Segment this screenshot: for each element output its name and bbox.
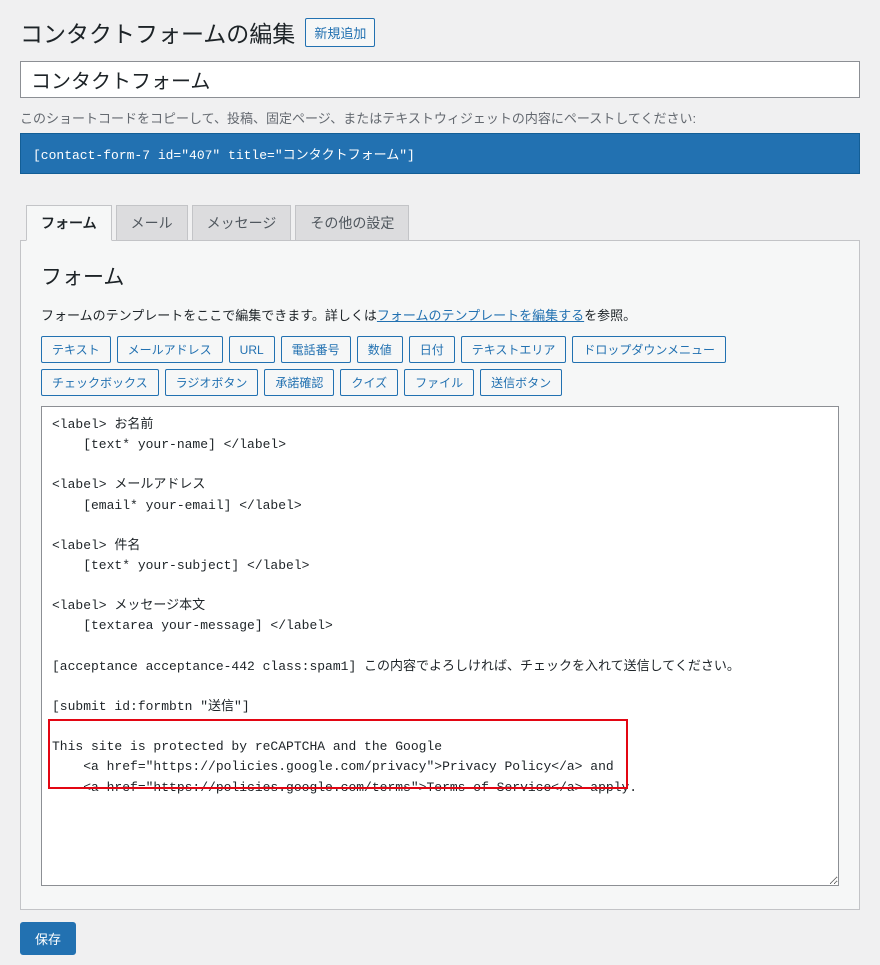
desc-suffix: を参照。 — [584, 308, 636, 323]
tag-btn-quiz[interactable]: クイズ — [340, 369, 398, 396]
tab-mail[interactable]: メール — [116, 205, 188, 241]
tag-btn-radio[interactable]: ラジオボタン — [165, 369, 259, 396]
tag-btn-acceptance[interactable]: 承諾確認 — [264, 369, 334, 396]
tag-btn-file[interactable]: ファイル — [404, 369, 474, 396]
tag-btn-email[interactable]: メールアドレス — [117, 336, 223, 363]
tag-btn-url[interactable]: URL — [229, 336, 275, 363]
tag-btn-number[interactable]: 数値 — [357, 336, 403, 363]
tab-messages[interactable]: メッセージ — [192, 205, 292, 241]
desc-prefix: フォームのテンプレートをここで編集できます。詳しくは — [41, 308, 377, 323]
shortcode-code[interactable]: [contact-form-7 id="407" title="コンタクトフォー… — [20, 133, 860, 174]
tag-btn-checkbox[interactable]: チェックボックス — [41, 369, 159, 396]
tag-btn-tel[interactable]: 電話番号 — [281, 336, 351, 363]
shortcode-description: このショートコードをコピーして、投稿、固定ページ、またはテキストウィジェットの内… — [20, 108, 860, 127]
tabs-nav: フォーム メール メッセージ その他の設定 — [26, 205, 860, 241]
save-button[interactable]: 保存 — [20, 922, 76, 955]
form-title-input[interactable] — [20, 61, 860, 98]
tab-form[interactable]: フォーム — [26, 205, 112, 241]
add-new-button[interactable]: 新規追加 — [305, 18, 375, 47]
tag-btn-submit[interactable]: 送信ボタン — [480, 369, 562, 396]
tag-btn-date[interactable]: 日付 — [409, 336, 455, 363]
template-help-link[interactable]: フォームのテンプレートを編集する — [377, 308, 584, 323]
form-template-textarea[interactable]: <label> お名前 [text* your-name] </label> <… — [41, 406, 839, 886]
tag-btn-dropdown[interactable]: ドロップダウンメニュー — [572, 336, 726, 363]
tag-btn-text[interactable]: テキスト — [41, 336, 111, 363]
page-title: コンタクトフォームの編集 — [20, 15, 295, 49]
form-section-title: フォーム — [41, 261, 839, 291]
tab-other-settings[interactable]: その他の設定 — [295, 205, 409, 241]
tag-generator-buttons: テキスト メールアドレス URL 電話番号 数値 日付 テキストエリア ドロップ… — [41, 336, 839, 396]
tab-panel-form: フォーム フォームのテンプレートをここで編集できます。詳しくはフォームのテンプレ… — [20, 240, 860, 910]
form-section-description: フォームのテンプレートをここで編集できます。詳しくはフォームのテンプレートを編集… — [41, 305, 839, 324]
tag-btn-textarea[interactable]: テキストエリア — [461, 336, 567, 363]
form-code-wrapper: <label> お名前 [text* your-name] </label> <… — [41, 406, 839, 889]
